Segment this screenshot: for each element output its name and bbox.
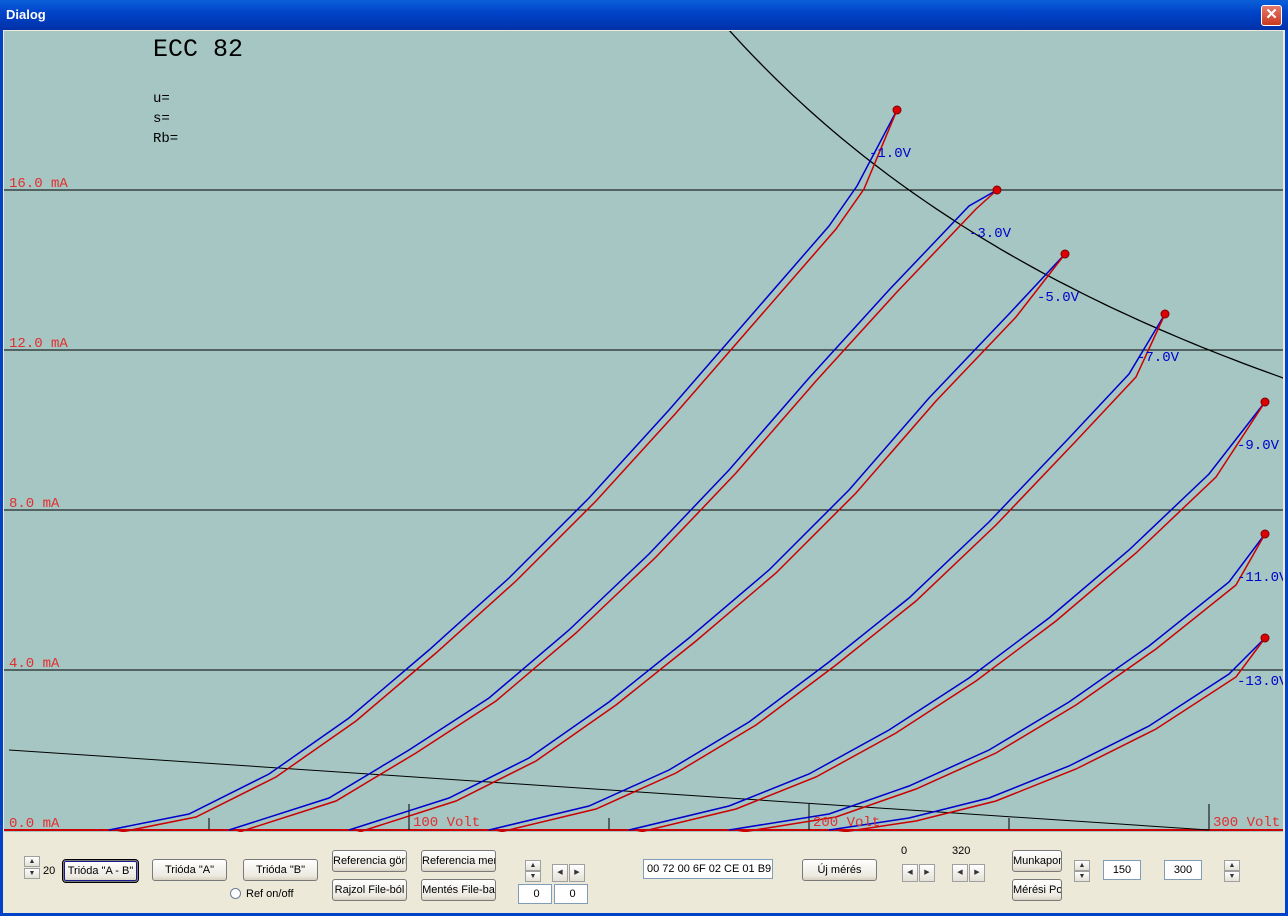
chart-title: ECC 82 [153, 35, 244, 64]
endpoint-marker [1260, 529, 1270, 539]
tick-labels: 0.0 mA 4.0 mA 8.0 mA 12.0 mA 16.0 mA 100 Volt… [9, 146, 1283, 832]
scroll-b-left-button[interactable]: ◀ [952, 864, 968, 882]
offset-b-field[interactable]: 0 [554, 884, 588, 904]
offset-right-button[interactable]: ▶ [569, 864, 585, 882]
measured-curve [236, 189, 998, 832]
value-down-button[interactable]: ▼ [1074, 871, 1090, 882]
munkapont-button[interactable]: Munkapont [1012, 850, 1062, 872]
ref-gorbe-button[interactable]: Referencia görbe [332, 850, 407, 872]
offset-up-button[interactable]: ▲ [525, 860, 541, 871]
series-label: -7.0V [1137, 350, 1180, 366]
grid-lines [4, 189, 1283, 831]
meresi-pont-button[interactable]: Mérési Pont [1012, 879, 1062, 901]
close-icon[interactable]: ✕ [1261, 5, 1282, 26]
value2-down-button[interactable]: ▼ [1224, 871, 1240, 882]
value-300-field[interactable]: 300 [1164, 860, 1202, 880]
characteristic-chart: 0.0 mA 4.0 mA 8.0 mA 12.0 mA 16.0 mA 100 Volt… [4, 31, 1283, 832]
series-label: -1.0V [869, 146, 912, 162]
scroll-a-left-button[interactable]: ◀ [902, 864, 918, 882]
series-label: -9.0V [1237, 438, 1280, 454]
scroll-min-label: 0 [901, 845, 908, 857]
ref-toggle-radio[interactable] [230, 888, 241, 899]
x-tick-label: 200 Volt [813, 815, 880, 831]
rajzol-file-button[interactable]: Rajzol File-ból [332, 879, 407, 901]
plot-area: 0.0 mA 4.0 mA 8.0 mA 12.0 mA 16.0 mA 100 Volt… [4, 31, 1283, 832]
spin-down-button[interactable]: ▼ [24, 868, 40, 879]
param-u: u= [153, 91, 170, 107]
series-label: -5.0V [1037, 290, 1080, 306]
value2-up-button[interactable]: ▲ [1224, 860, 1240, 871]
y-tick-label: 16.0 mA [9, 176, 68, 192]
param-s: s= [153, 111, 170, 127]
trioda-ab-button[interactable]: Trióda "A - B" [62, 859, 139, 883]
reference-curve [348, 253, 1066, 831]
trioda-b-button[interactable]: Trióda "B" [243, 859, 318, 881]
endpoint-marker [1260, 633, 1270, 643]
endpoint-marker [892, 105, 902, 115]
value-150-field[interactable]: 150 [1103, 860, 1141, 880]
measured-curve [837, 637, 1266, 832]
endpoint-marker [1260, 397, 1270, 407]
reference-curve [488, 313, 1166, 831]
endpoint-marker [1060, 249, 1070, 259]
mentes-file-button[interactable]: Mentés File-ba [421, 879, 496, 901]
trioda-a-button[interactable]: Trióda "A" [152, 859, 227, 881]
offset-a-field[interactable]: 0 [518, 884, 552, 904]
offset-left-button[interactable]: ◀ [552, 864, 568, 882]
scroll-b-right-button[interactable]: ▶ [969, 864, 985, 882]
y-tick-label: 12.0 mA [9, 336, 68, 352]
control-panel: ▲ ▼ 20 Trióda "A - B" Trióda "A" Trióda … [3, 832, 1285, 913]
series-label: -3.0V [969, 226, 1012, 242]
offset-down-button[interactable]: ▼ [525, 871, 541, 882]
measured-curve [117, 109, 898, 832]
value-up-button[interactable]: ▲ [1074, 860, 1090, 871]
scroll-max-label: 320 [952, 845, 971, 857]
param-rb: Rb= [153, 131, 179, 147]
measured-curve [496, 313, 1166, 832]
power-hyperbola [729, 31, 1283, 379]
x-tick-label: 100 Volt [413, 815, 480, 831]
y-tick-label: 4.0 mA [9, 656, 60, 672]
x-tick-label: 300 Volt [1213, 815, 1280, 831]
spin-up-button[interactable]: ▲ [24, 856, 40, 867]
title-bar: Dialog ✕ [0, 0, 1288, 30]
endpoint-marker [1160, 309, 1170, 319]
y-tick-label: 0.0 mA [9, 816, 60, 832]
ref-mentes-button[interactable]: Referencia mentés [421, 850, 496, 872]
curves [8, 31, 1283, 832]
series-label: -11.0V [1237, 570, 1283, 586]
y-tick-label: 8.0 mA [9, 496, 60, 512]
measured-curve [737, 533, 1266, 832]
uj-meres-button[interactable]: Új mérés [802, 859, 877, 881]
reference-curve [108, 109, 898, 831]
series-label: -13.0V [1237, 674, 1283, 690]
scroll-a-right-button[interactable]: ▶ [919, 864, 935, 882]
hex-data-field[interactable]: 00 72 00 6F 02 CE 01 B9 [643, 859, 773, 879]
reference-curve [728, 533, 1266, 831]
spin-value: 20 [43, 865, 56, 877]
endpoint-marker [992, 185, 1002, 195]
window-title: Dialog [6, 7, 46, 22]
ref-toggle-label: Ref on/off [246, 888, 294, 900]
